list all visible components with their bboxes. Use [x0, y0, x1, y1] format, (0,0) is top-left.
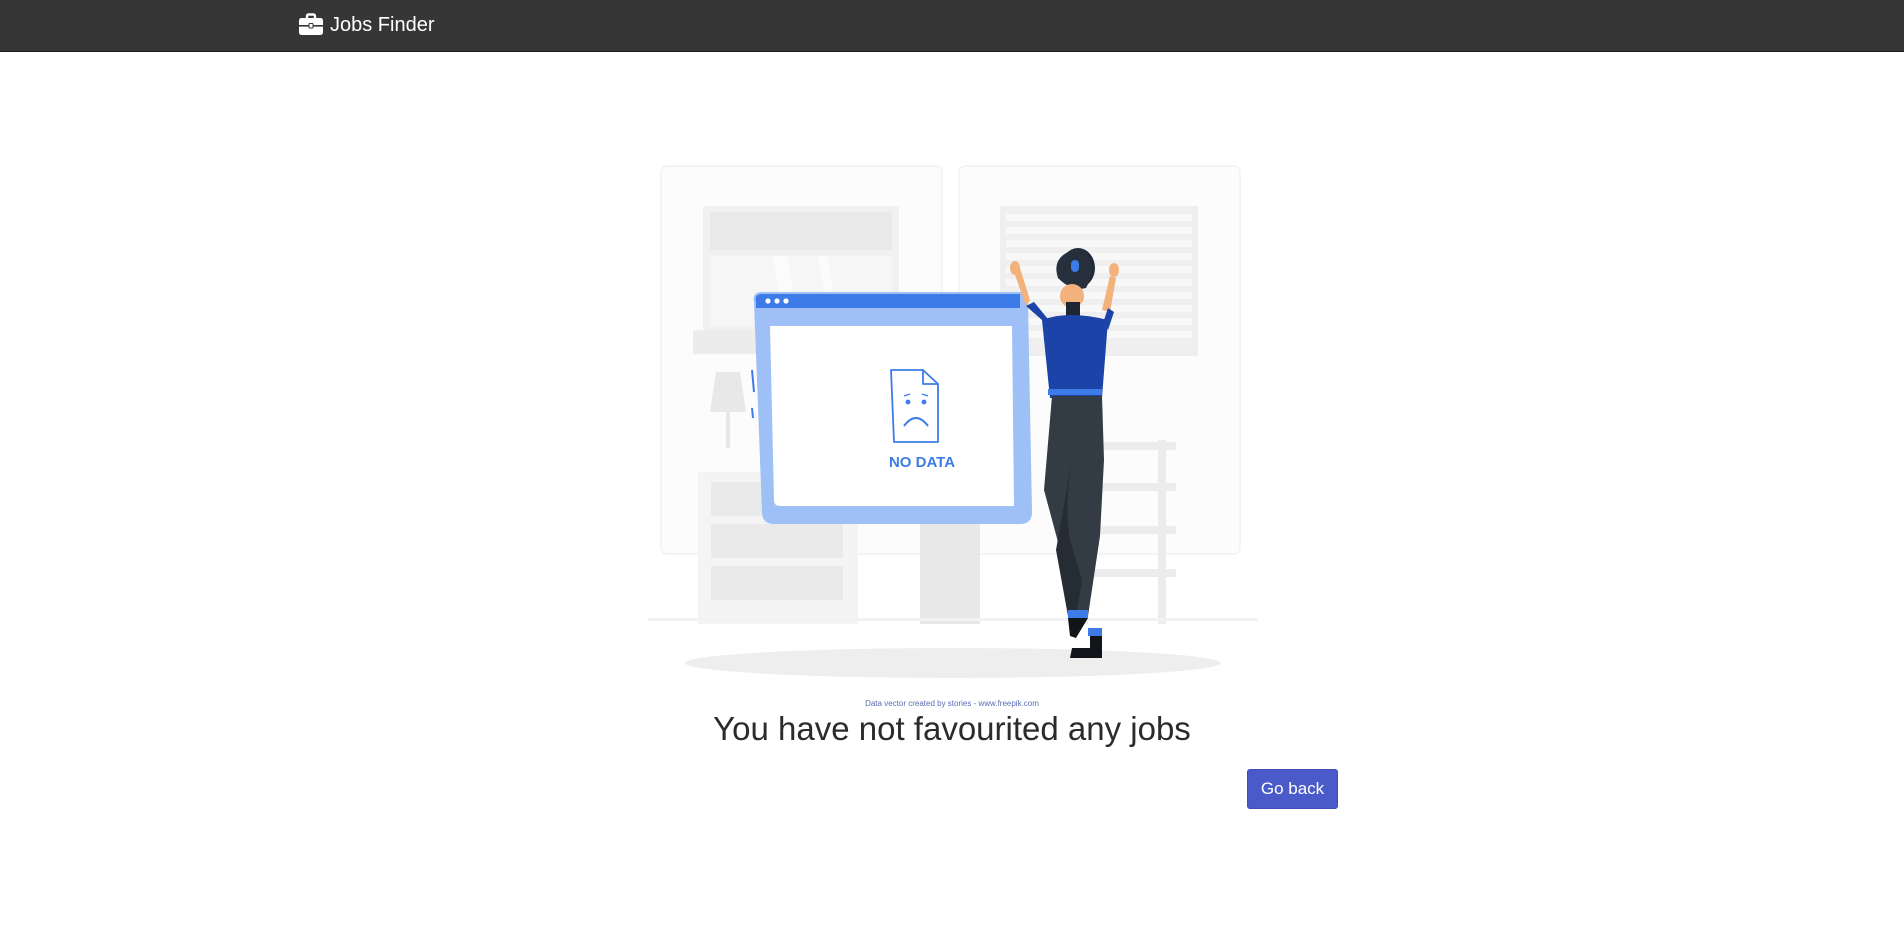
no-data-label: NO DATA	[889, 454, 955, 471]
empty-state-title: You have not favourited any jobs	[713, 710, 1191, 747]
top-navbar: Jobs Finder	[0, 0, 1904, 52]
briefcase-icon	[299, 13, 323, 35]
brand-link[interactable]: Jobs Finder	[298, 13, 435, 37]
brand-name: Jobs Finder	[330, 14, 435, 36]
no-data-illustration-art: NO DATA	[648, 165, 1258, 678]
no-data-illustration: NO DATA	[648, 160, 1258, 682]
go-back-button[interactable]: Go back	[1247, 769, 1338, 809]
